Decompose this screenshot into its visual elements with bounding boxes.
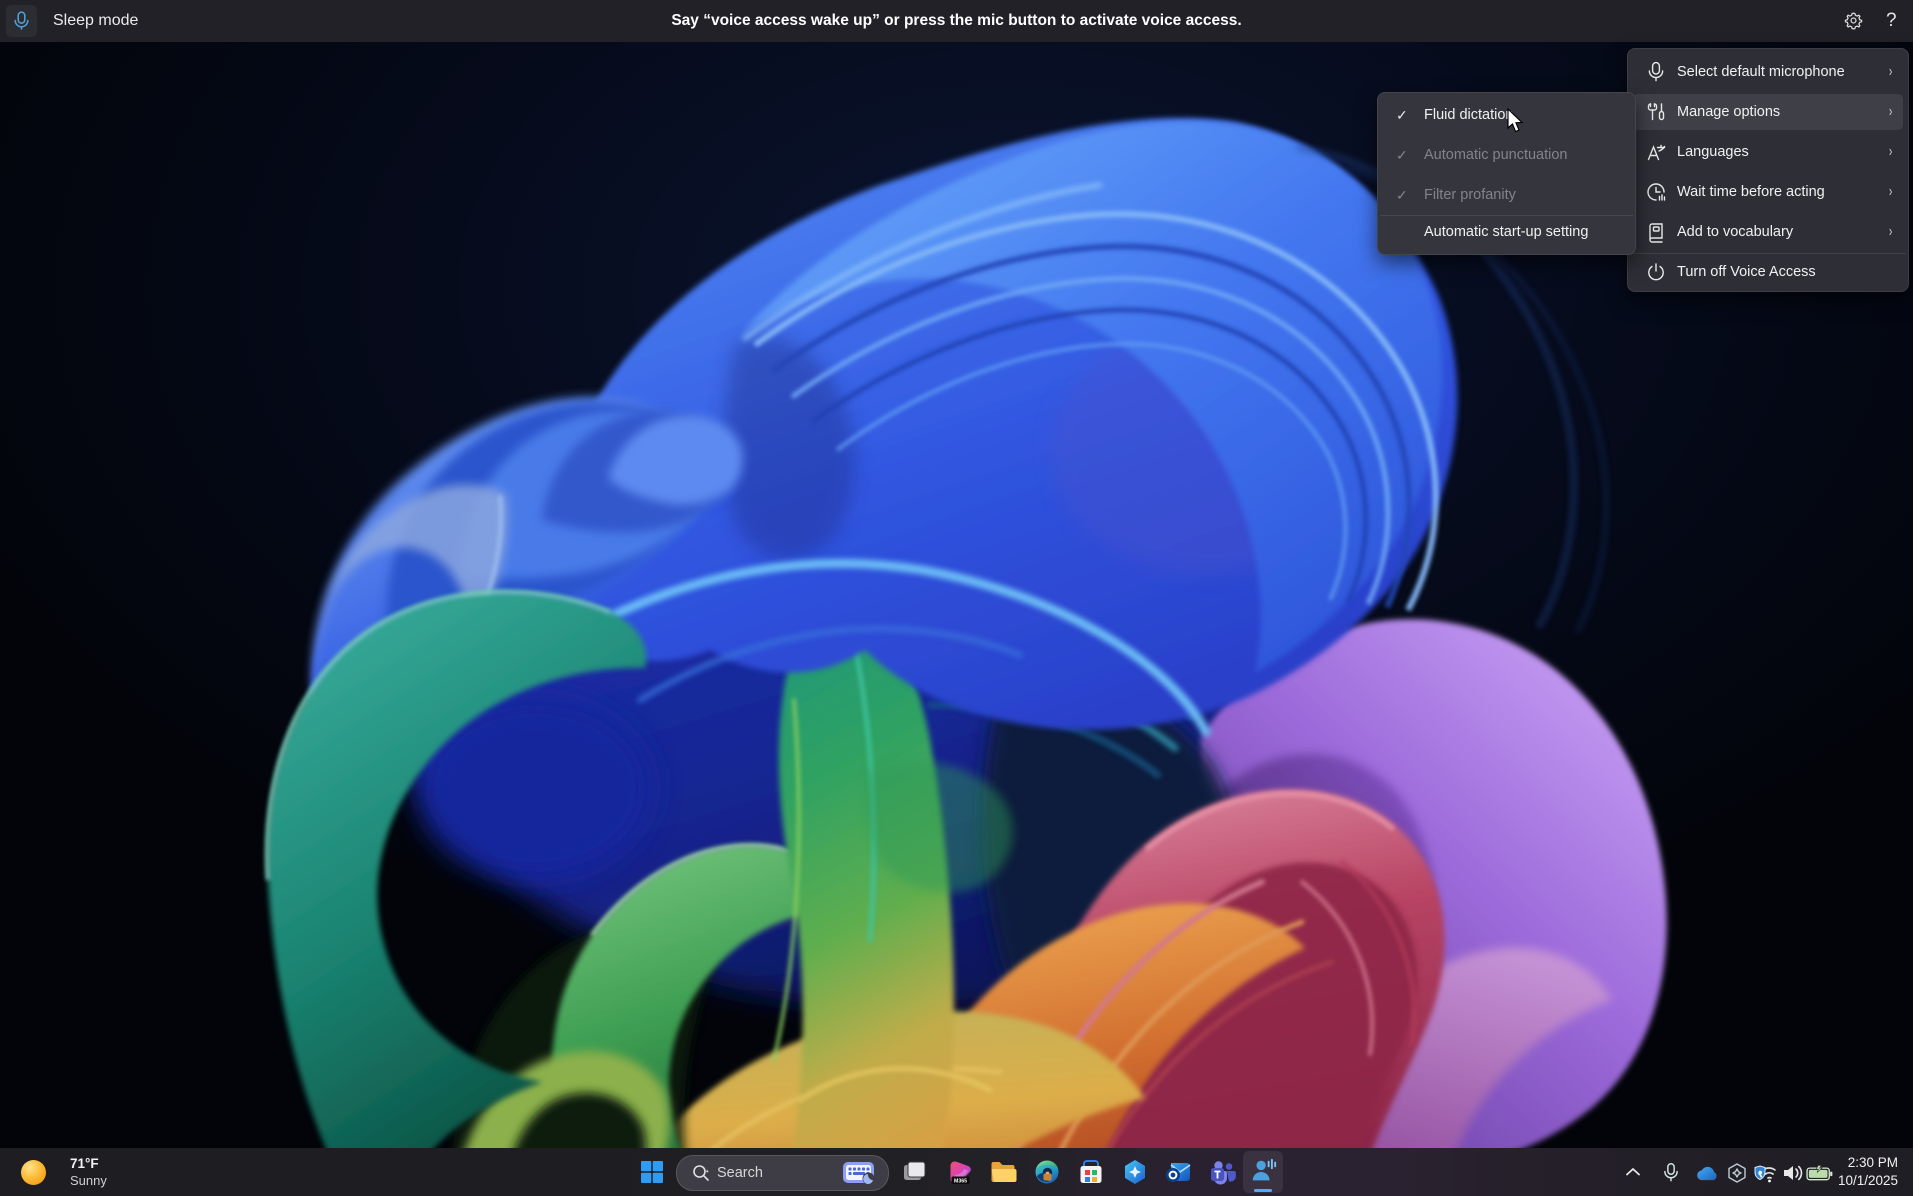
svg-text:M365: M365	[954, 1178, 967, 1184]
